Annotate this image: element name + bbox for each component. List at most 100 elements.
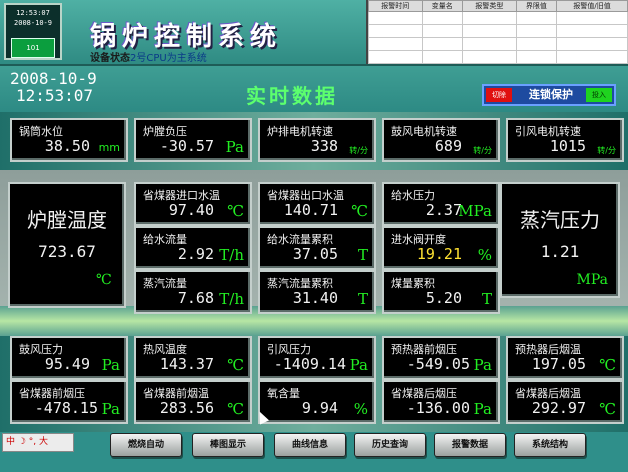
drum-water-level-unit: mm	[98, 141, 120, 154]
current-time: 12:53:07	[16, 86, 94, 105]
economizer-front-flue-temp-unit: ℃	[227, 400, 244, 418]
nav-curve-info-button[interactable]: 曲线信息	[274, 433, 346, 457]
feedwater-flow-total-unit: T	[357, 246, 368, 264]
nav-bar-chart-button[interactable]: 棒图显示	[192, 433, 264, 457]
feedwater-flow-panel: 给水流量 2.92 T/h	[134, 226, 252, 270]
economizer-rear-flue-temp-value: 292.97	[531, 399, 586, 417]
device-status-label: 设备状态	[90, 53, 130, 64]
current-date: 2008-10-9	[10, 69, 97, 88]
interlock-label: 连锁保护	[529, 88, 573, 101]
alarm-col-type: 报警类型	[462, 0, 517, 12]
realtime-title: 实时数据	[246, 84, 338, 108]
preheater-rear-flue-temp-panel: 预热器后烟温 197.05 ℃	[506, 336, 624, 380]
coal-total-value: 5.20	[425, 289, 462, 307]
alarm-table[interactable]: 报警时间 变量名 报警类型 界限值 报警值/旧值	[366, 0, 628, 64]
inlet-valve-opening-panel: 进水阀开度 19.21 %	[382, 226, 500, 270]
steam-flow-total-value: 31.40	[292, 289, 338, 307]
steam-pressure-label: 蒸汽压力	[520, 208, 600, 232]
oxygen-content-label: 氧含量	[267, 387, 300, 400]
feedwater-pressure-unit: MPa	[458, 202, 492, 220]
steam-pressure-panel: 蒸汽压力 1.21 MPa	[500, 182, 620, 298]
device-status-value: 2号CPU为主系统	[130, 53, 207, 64]
induced-draft-pressure-unit: Pa	[349, 356, 368, 374]
steam-flow-unit: T/h	[219, 290, 244, 308]
clock-panel: 12:53:07 2008-10-9 101	[4, 3, 62, 60]
preheater-front-flue-pressure-unit: Pa	[473, 356, 492, 374]
grate-motor-speed-unit: 转/分	[349, 146, 368, 155]
economizer-outlet-water-temp-value: 140.71	[283, 201, 338, 219]
hot-air-temp-value: 143.37	[159, 355, 214, 373]
alarm-col-variable: 变量名	[421, 0, 464, 12]
alarm-row[interactable]	[368, 24, 628, 38]
economizer-inlet-water-temp-unit: ℃	[227, 202, 244, 220]
feedwater-flow-total-value: 37.05	[292, 245, 338, 263]
economizer-rear-flue-temp-panel: 省煤器后烟温 292.97 ℃	[506, 380, 624, 424]
steam-flow-value: 7.68	[177, 289, 214, 307]
nav-history-query-button[interactable]: 历史查询	[354, 433, 426, 457]
ime-toolbar[interactable]: 中 ☽ °, 大	[2, 433, 74, 452]
interlock-on-button[interactable]: 投入	[586, 88, 612, 102]
nav-system-structure-button[interactable]: 系统结构	[514, 433, 586, 457]
inlet-valve-opening-unit: %	[477, 246, 492, 264]
economizer-rear-flue-pressure-unit: Pa	[473, 400, 492, 418]
furnace-temperature-panel: 炉膛温度 723.67 ℃	[8, 182, 126, 308]
blower-motor-speed-panel: 鼓风电机转速 689 转/分	[382, 118, 500, 162]
alarm-row[interactable]	[368, 11, 628, 25]
feedwater-flow-total-panel: 给水流量累积 37.05 T	[258, 226, 376, 270]
economizer-front-flue-temp-value: 283.56	[159, 399, 214, 417]
induced-fan-speed-panel: 引风电机转速 1015 转/分	[506, 118, 624, 162]
feedwater-flow-unit: T/h	[219, 246, 244, 264]
economizer-rear-flue-pressure-value: -136.00	[406, 399, 470, 417]
furnace-pressure-unit: Pa	[225, 138, 244, 156]
feedwater-pressure-panel: 给水压力 2.37 MPa	[382, 182, 500, 226]
economizer-outlet-water-temp-unit: ℃	[351, 202, 368, 220]
induced-draft-pressure-value: -1409.14	[273, 355, 346, 373]
nav-alarm-data-button[interactable]: 报警数据	[434, 433, 506, 457]
clock-date: 2008-10-9	[14, 19, 52, 27]
economizer-rear-flue-pressure-panel: 省煤器后烟压 -136.00 Pa	[382, 380, 500, 424]
coal-total-panel: 煤量累积 5.20 T	[382, 270, 500, 314]
system-title: 锅炉控制系统	[90, 22, 283, 52]
interlock-protection[interactable]: 切除 连锁保护 投入	[482, 84, 616, 106]
coal-total-unit: T	[481, 290, 492, 308]
oxygen-content-panel: 氧含量 9.94 %	[258, 380, 376, 424]
economizer-outlet-water-temp-panel: 省煤器出口水温 140.71 ℃	[258, 182, 376, 226]
oxygen-content-unit: %	[353, 400, 368, 418]
furnace-temperature-value: 723.67	[38, 242, 96, 261]
alarm-col-value: 报警值/旧值	[556, 0, 628, 12]
steam-flow-panel: 蒸汽流量 7.68 T/h	[134, 270, 252, 314]
induced-fan-speed-value: 1015	[549, 137, 586, 155]
steam-flow-total-unit: T	[357, 290, 368, 308]
economizer-inlet-water-temp-value: 97.40	[168, 201, 214, 219]
alarm-row[interactable]	[368, 37, 628, 51]
blower-pressure-panel: 鼓风压力 95.49 Pa	[10, 336, 128, 380]
drum-water-level-panel: 锅筒水位 38.50 mm	[10, 118, 128, 162]
alarm-col-limit: 界限值	[515, 0, 558, 12]
economizer-front-flue-pressure-value: -478.15	[34, 399, 98, 417]
economizer-inlet-water-temp-panel: 省煤器进口水温 97.40 ℃	[134, 182, 252, 226]
induced-draft-pressure-panel: 引风压力 -1409.14 Pa	[258, 336, 376, 380]
economizer-front-flue-pressure-unit: Pa	[101, 400, 120, 418]
blower-pressure-unit: Pa	[101, 356, 120, 374]
induced-fan-speed-unit: 转/分	[597, 146, 616, 155]
steam-pressure-value: 1.21	[540, 242, 580, 261]
hot-air-temp-unit: ℃	[227, 356, 244, 374]
oxygen-content-value: 9.94	[301, 399, 338, 417]
clock-time: 12:53:07	[16, 9, 50, 17]
interlock-off-button[interactable]: 切除	[486, 88, 512, 102]
feedwater-flow-value: 2.92	[177, 245, 214, 263]
blower-motor-speed-value: 689	[434, 137, 462, 155]
blower-motor-speed-unit: 转/分	[473, 146, 492, 155]
nav-combustion-auto-button[interactable]: 燃烧自动	[110, 433, 182, 457]
economizer-rear-flue-temp-unit: ℃	[599, 400, 616, 418]
steam-flow-total-panel: 蒸汽流量累积 31.40 T	[258, 270, 376, 314]
alarm-header-row: 报警时间 变量名 报警类型 界限值 报警值/旧值	[368, 0, 628, 12]
preheater-rear-flue-temp-value: 197.05	[531, 355, 586, 373]
cpu-indicator: 101	[11, 38, 55, 58]
steam-pressure-unit: MPa	[576, 272, 608, 288]
alarm-row[interactable]	[368, 50, 628, 64]
blower-pressure-value: 95.49	[44, 355, 90, 373]
inlet-valve-opening-value: 19.21	[416, 245, 462, 263]
drum-water-level-value: 38.50	[44, 137, 90, 155]
preheater-front-flue-pressure-value: -549.05	[406, 355, 470, 373]
